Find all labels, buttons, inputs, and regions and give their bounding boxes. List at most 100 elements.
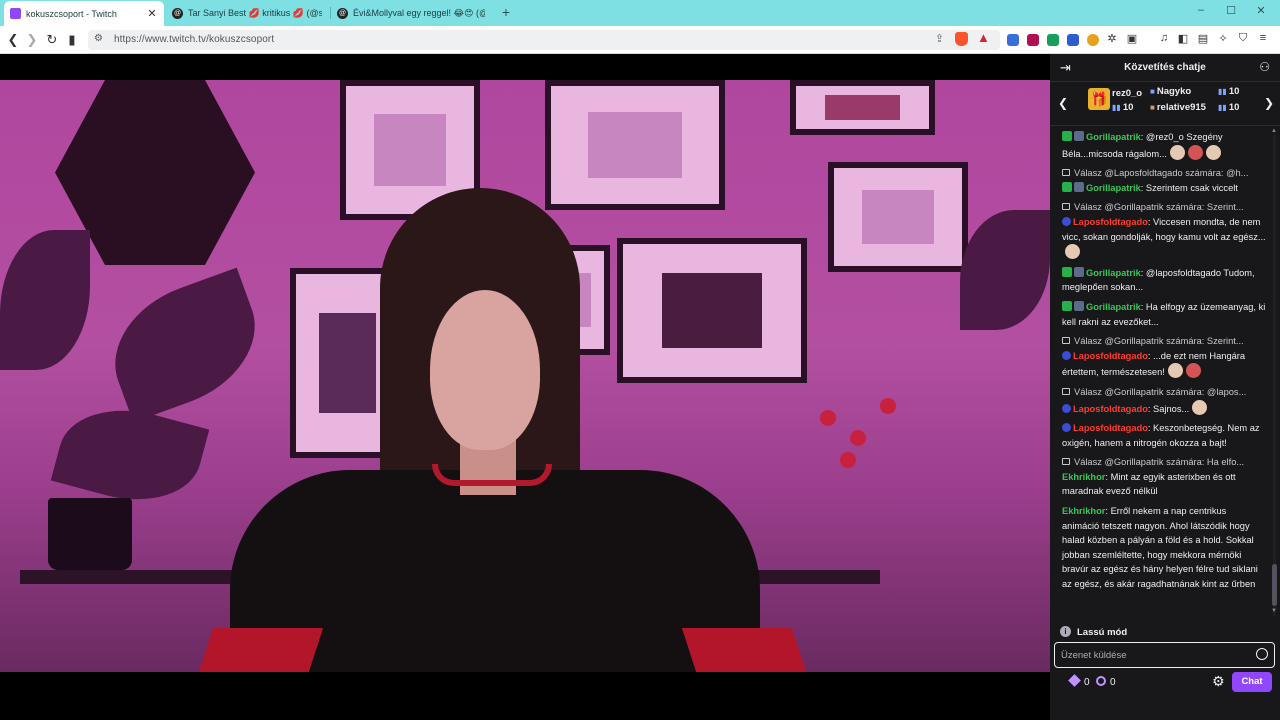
- emote-icon[interactable]: [1187, 144, 1203, 160]
- reload-icon[interactable]: ↻: [43, 31, 61, 49]
- reply-context[interactable]: Válasz @Gorillapatrik számára: Szerint..…: [1062, 200, 1266, 215]
- close-window-button[interactable]: ✕: [1251, 4, 1271, 17]
- streamer-face: [430, 290, 540, 450]
- reply-text: Válasz @Gorillapatrik számára: Szerint..…: [1074, 336, 1244, 347]
- emote-icon[interactable]: [1192, 399, 1208, 415]
- leaderboard-count-2: ▮▮ 10: [1218, 86, 1240, 97]
- emote-icon[interactable]: [1185, 363, 1201, 379]
- emote-icon[interactable]: [1205, 144, 1221, 160]
- browser-tab-threads-2[interactable]: @ Évi&Mollyval egy reggel! 😂😍 (@m: [331, 2, 491, 24]
- tab-title: kokuszcsoport - Twitch: [26, 8, 117, 19]
- media-icon[interactable]: ♫: [1157, 32, 1171, 44]
- wallet-icon[interactable]: ▤: [1196, 32, 1210, 45]
- vip-badge-icon[interactable]: [1074, 181, 1084, 192]
- vpn-shield-icon[interactable]: ⛉: [1236, 32, 1250, 45]
- mod-badge-icon[interactable]: [1062, 181, 1072, 192]
- chat-username[interactable]: Gorillapatrik: [1086, 302, 1141, 312]
- emote-icon[interactable]: [1167, 363, 1183, 379]
- forward-icon[interactable]: ❯: [23, 31, 41, 49]
- menu-icon[interactable]: ≡: [1256, 32, 1270, 44]
- vip-badge-icon[interactable]: [1074, 300, 1084, 311]
- chat-message-text: : Erről nekem a nap centrikus animáció t…: [1062, 506, 1258, 590]
- chat-title: Közvetítés chatje: [1124, 62, 1206, 73]
- mod-badge-icon[interactable]: [1062, 300, 1072, 311]
- shirt-collar: [432, 464, 552, 486]
- screenshot-icon[interactable]: ▣: [1125, 32, 1139, 45]
- vip-badge-icon[interactable]: [1074, 266, 1084, 277]
- chat-message-list[interactable]: Gorillapatrik: @rez0_o Szegény Béla...mi…: [1050, 130, 1272, 618]
- community-icon[interactable]: ⚇: [1259, 60, 1270, 74]
- chat-message: Gorillapatrik: Ha elfogy az üzemeanyag, …: [1062, 300, 1266, 329]
- tab-title: Évi&Mollyval egy reggel! 😂😍 (@m: [353, 7, 485, 18]
- new-tab-button[interactable]: +: [498, 4, 514, 20]
- chat-username[interactable]: Laposfoldtagado: [1073, 351, 1148, 361]
- send-chat-button[interactable]: Chat: [1232, 672, 1272, 692]
- maximize-button[interactable]: ☐: [1221, 4, 1241, 17]
- sub-badge-icon[interactable]: [1062, 403, 1071, 413]
- brave-shields-icon[interactable]: [955, 32, 968, 46]
- chat-username[interactable]: Gorillapatrik: [1086, 132, 1141, 142]
- leaderboard-name-1[interactable]: rez0_o: [1112, 88, 1142, 99]
- chat-username[interactable]: Laposfoldtagado: [1073, 423, 1148, 433]
- browser-tab-strip: kokuszcsoport - Twitch ✕ @ Tar Sanyi Bes…: [0, 0, 1280, 26]
- chat-message-input[interactable]: [1061, 648, 1241, 662]
- share-icon[interactable]: ⇪: [935, 32, 944, 45]
- reply-context[interactable]: Válasz @Laposfoldtagado számára: @h...: [1062, 166, 1266, 181]
- chat-username[interactable]: Laposfoldtagado: [1073, 404, 1148, 414]
- leaderboard-next-icon[interactable]: ❯: [1264, 96, 1274, 110]
- chat-scrollbar-track[interactable]: [1273, 134, 1276, 616]
- emote-icon[interactable]: [1169, 144, 1185, 160]
- extension-chrome-icon[interactable]: [1087, 34, 1099, 46]
- leaderboard-name-2[interactable]: ■ Nagyko: [1150, 86, 1191, 97]
- browser-tab-threads-1[interactable]: @ Tar Sanyi Best 💋 kritikus 💋 (@szop: [166, 2, 328, 24]
- leo-ai-icon[interactable]: ✧: [1216, 32, 1230, 45]
- extension-globe-icon[interactable]: [1067, 34, 1079, 46]
- reply-text: Válasz @Gorillapatrik számára: Ha elfo..…: [1074, 457, 1245, 468]
- minimize-button[interactable]: –: [1191, 4, 1211, 16]
- chat-username[interactable]: Gorillapatrik: [1086, 183, 1141, 193]
- info-icon: i: [1060, 626, 1071, 637]
- channel-points-button[interactable]: 0: [1068, 674, 1090, 688]
- sub-badge-icon[interactable]: [1062, 423, 1071, 433]
- chat-username[interactable]: Ekhrikhor: [1062, 472, 1105, 482]
- browser-tab-twitch[interactable]: kokuszcsoport - Twitch ✕: [4, 1, 164, 26]
- close-tab-icon[interactable]: ✕: [146, 7, 158, 20]
- extension-color-icon[interactable]: [1047, 34, 1059, 46]
- emote-picker-icon[interactable]: [1256, 648, 1268, 660]
- sidebar-icon[interactable]: ◧: [1176, 32, 1190, 45]
- chat-footer: 0 0 ⚙ Chat: [1050, 672, 1280, 692]
- leaderboard-prev-icon[interactable]: ❮: [1058, 96, 1068, 110]
- reply-icon: [1062, 203, 1070, 211]
- scroll-down-icon[interactable]: ▼: [1271, 608, 1277, 614]
- extensions-puzzle-icon[interactable]: ✲: [1105, 32, 1119, 45]
- address-bar[interactable]: ⚙ https://www.twitch.tv/kokuszcsoport ⇪: [88, 30, 1000, 50]
- back-icon[interactable]: ❮: [4, 31, 22, 49]
- mod-badge-icon[interactable]: [1062, 131, 1072, 141]
- reply-context[interactable]: Válasz @Gorillapatrik számára: Szerint..…: [1062, 334, 1266, 349]
- chat-message: Gorillapatrik: @laposfoldtagado Tudom, m…: [1062, 266, 1266, 295]
- sub-badge-icon[interactable]: [1062, 350, 1071, 360]
- reply-context[interactable]: Válasz @Gorillapatrik számára: Ha elfo..…: [1062, 455, 1266, 470]
- chat-input-box[interactable]: [1054, 642, 1275, 668]
- chat-username[interactable]: Gorillapatrik: [1086, 268, 1141, 278]
- site-settings-icon[interactable]: ⚙: [94, 33, 103, 44]
- slow-mode-notice: i Lassú mód: [1050, 622, 1280, 642]
- vip-badge-icon[interactable]: [1074, 131, 1084, 141]
- leaderboard-name-3[interactable]: ■ relative915: [1150, 102, 1206, 113]
- chat-username[interactable]: Ekhrikhor: [1062, 506, 1105, 516]
- predictions-button[interactable]: 0: [1096, 676, 1116, 688]
- chat-username[interactable]: Laposfoldtagado: [1073, 217, 1148, 227]
- mod-badge-icon[interactable]: [1062, 266, 1072, 277]
- extension-x-icon[interactable]: [1027, 34, 1039, 46]
- scroll-up-icon[interactable]: ▲: [1271, 128, 1277, 134]
- translate-extension-icon[interactable]: [1007, 34, 1019, 46]
- video-player[interactable]: [0, 54, 1050, 720]
- chat-scrollbar-thumb[interactable]: [1272, 564, 1277, 606]
- url-text[interactable]: https://www.twitch.tv/kokuszcsoport: [114, 34, 274, 45]
- chat-settings-icon[interactable]: ⚙: [1212, 673, 1225, 690]
- brave-rewards-icon[interactable]: ▲: [977, 30, 990, 45]
- emote-icon[interactable]: [1065, 244, 1080, 260]
- bookmark-icon[interactable]: ▮: [63, 31, 81, 49]
- reply-context[interactable]: Válasz @Gorillapatrik számára: @lapos...: [1062, 385, 1266, 400]
- sub-badge-icon[interactable]: [1062, 216, 1071, 226]
